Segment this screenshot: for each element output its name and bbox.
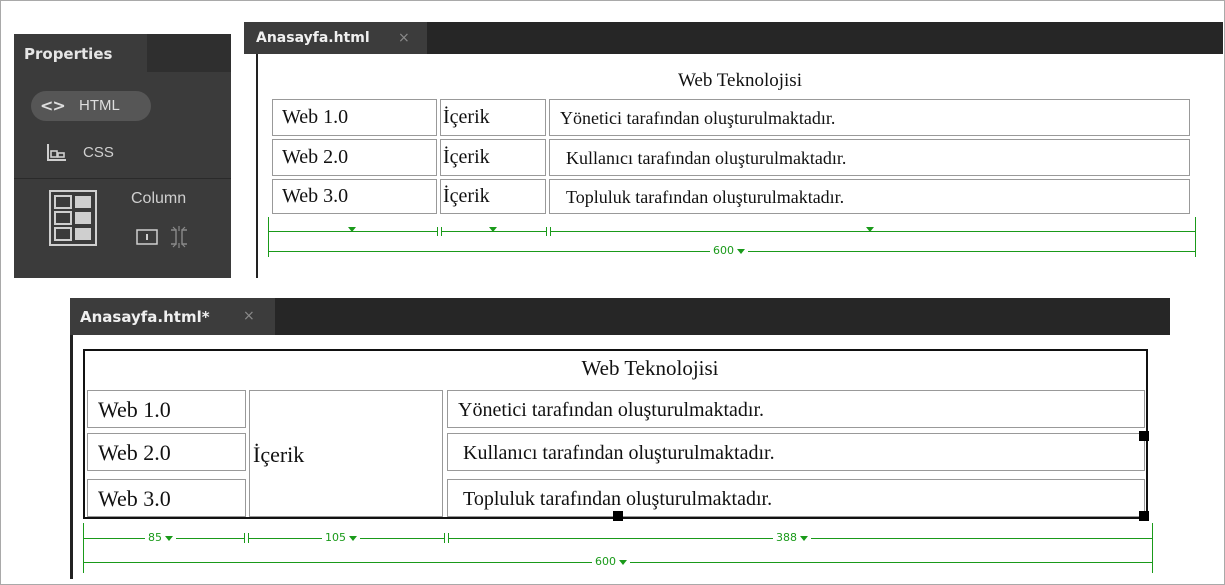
table-cell[interactable]: Web 1.0	[87, 390, 246, 428]
table-cell[interactable]: Web 3.0	[272, 179, 437, 214]
column-width-label[interactable]: 388	[773, 532, 811, 544]
table-cell[interactable]: İçerik	[440, 139, 546, 176]
table-cell[interactable]: Topluluk tarafından oluşturulmaktadır.	[549, 179, 1190, 214]
code-brackets-icon: <>	[40, 96, 66, 115]
document-tabbar: Anasayfa.html ×	[244, 22, 1223, 54]
table-cell[interactable]: İçerik	[440, 179, 546, 214]
html-mode-label: HTML	[79, 97, 120, 114]
table-cell[interactable]: Web 3.0	[87, 479, 246, 517]
table-cell[interactable]: Yönetici tarafından oluşturulmaktadır.	[549, 99, 1190, 136]
table-width-label[interactable]: 600	[592, 556, 630, 568]
resize-handle-right[interactable]	[1139, 431, 1149, 441]
merge-cells-icon[interactable]	[136, 229, 158, 245]
css-mode-label: CSS	[83, 144, 114, 161]
table-cell[interactable]: Topluluk tarafından oluşturulmaktadır.	[447, 479, 1145, 517]
panel-divider	[14, 178, 231, 179]
table-width-label[interactable]: 600	[710, 245, 748, 257]
properties-tabbar: Properties	[14, 34, 231, 72]
document-tabbar: Anasayfa.html* ×	[70, 298, 1170, 335]
table-title: Web Teknolojisi	[581, 356, 719, 380]
table-cell[interactable]: Kullanıcı tarafından oluşturulmaktadır.	[447, 433, 1145, 471]
editor-left-border	[256, 54, 258, 278]
table-cell[interactable]: Web 2.0	[272, 139, 437, 176]
column-label: Column	[131, 190, 187, 207]
document-tab[interactable]: Anasayfa.html ×	[244, 22, 427, 54]
css-blocks-icon	[47, 144, 66, 161]
resize-handle-bottom[interactable]	[613, 511, 623, 521]
properties-tab[interactable]: Properties	[14, 34, 147, 72]
column-width-label[interactable]: 85	[145, 532, 176, 544]
document-tab-title: Anasayfa.html*	[80, 308, 210, 326]
editor-window-bottom: Anasayfa.html* × Web Teknolojisi Web 1.0…	[70, 298, 1170, 579]
table-cell[interactable]: Yönetici tarafından oluşturulmaktadır.	[447, 390, 1145, 428]
resize-handle-corner[interactable]	[1139, 511, 1149, 521]
properties-panel: Properties <> HTML CSS Column	[14, 34, 231, 278]
split-cells-icon[interactable]	[168, 225, 190, 249]
table-title: Web Teknolojisi	[678, 70, 802, 91]
merged-table-cell[interactable]: İçerik	[249, 390, 443, 517]
editor-left-border	[70, 335, 73, 579]
table-cell[interactable]: İçerik	[440, 99, 546, 136]
editor-window-top: Anasayfa.html × Web Teknolojisi Web 1.0 …	[244, 22, 1223, 278]
column-width-label[interactable]: 105	[322, 532, 360, 544]
close-icon[interactable]: ×	[398, 30, 410, 46]
document-tab-title: Anasayfa.html	[256, 30, 370, 46]
table-cell[interactable]: Web 2.0	[87, 433, 246, 471]
close-icon[interactable]: ×	[243, 308, 255, 324]
column-table-icon	[49, 190, 97, 246]
document-tab[interactable]: Anasayfa.html* ×	[70, 298, 275, 335]
html-mode-button[interactable]: <> HTML	[31, 91, 151, 121]
table-cell[interactable]: Kullanıcı tarafından oluşturulmaktadır.	[549, 139, 1190, 176]
table-cell[interactable]: Web 1.0	[272, 99, 437, 136]
